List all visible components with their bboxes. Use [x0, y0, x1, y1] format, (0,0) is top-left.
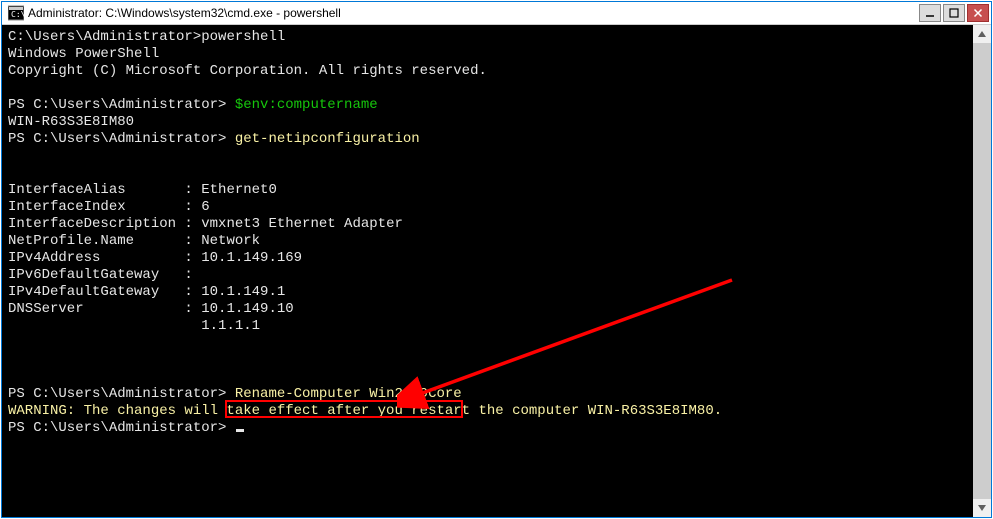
blank-line — [8, 369, 967, 386]
ipcfg-ipv4address: IPv4Address : 10.1.149.169 — [8, 250, 967, 267]
ipcfg-ipv4defaultgateway: IPv4DefaultGateway : 10.1.149.1 — [8, 284, 967, 301]
ipcfg-interfaceindex: InterfaceIndex : 6 — [8, 199, 967, 216]
line-rename-computer: PS C:\Users\Administrator> Rename-Comput… — [8, 386, 967, 403]
ipcfg-ipv6defaultgateway: IPv6DefaultGateway : — [8, 267, 967, 284]
line-netipconfig-cmd: PS C:\Users\Administrator> get-netipconf… — [8, 131, 967, 148]
titlebar[interactable]: C:\ Administrator: C:\Windows\system32\c… — [2, 2, 991, 25]
close-button[interactable] — [967, 4, 989, 22]
ipcfg-netprofilename: NetProfile.Name : Network — [8, 233, 967, 250]
svg-text:C:\: C:\ — [11, 10, 24, 19]
terminal-output: C:\Users\Administrator>powershellWindows… — [2, 25, 973, 517]
blank-line — [8, 335, 967, 352]
cmd-icon: C:\ — [8, 5, 24, 21]
line-warning: WARNING: The changes will take effect af… — [8, 403, 967, 420]
blank-line — [8, 148, 967, 165]
terminal-area[interactable]: C:\Users\Administrator>powershellWindows… — [2, 25, 991, 517]
line-ps-banner1: Windows PowerShell — [8, 46, 967, 63]
cursor — [236, 429, 244, 432]
maximize-button[interactable] — [943, 4, 965, 22]
line-cmd-prompt: C:\Users\Administrator>powershell — [8, 29, 967, 46]
scroll-thumb[interactable] — [973, 43, 991, 499]
vertical-scrollbar[interactable] — [973, 25, 991, 517]
line-ps-banner2: Copyright (C) Microsoft Corporation. All… — [8, 63, 967, 80]
minimize-button[interactable] — [919, 4, 941, 22]
ipcfg-interfacedescription: InterfaceDescription : vmxnet3 Ethernet … — [8, 216, 967, 233]
blank-line — [8, 80, 967, 97]
ipcfg-dnsserver1: DNSServer : 10.1.149.10 — [8, 301, 967, 318]
ipcfg-interfacealias: InterfaceAlias : Ethernet0 — [8, 182, 967, 199]
scroll-down-button[interactable] — [973, 499, 991, 517]
scroll-track[interactable] — [973, 43, 991, 499]
line-env-computername: PS C:\Users\Administrator> $env:computer… — [8, 97, 967, 114]
scroll-up-button[interactable] — [973, 25, 991, 43]
line-computername-output: WIN-R63S3E8IM80 — [8, 114, 967, 131]
blank-line — [8, 352, 967, 369]
window-title: Administrator: C:\Windows\system32\cmd.e… — [28, 6, 919, 20]
ipcfg-dnsserver2: 1.1.1.1 — [8, 318, 967, 335]
window-controls — [919, 4, 989, 22]
line-final-prompt: PS C:\Users\Administrator> — [8, 420, 967, 437]
console-window: C:\ Administrator: C:\Windows\system32\c… — [1, 1, 992, 518]
blank-line — [8, 165, 967, 182]
